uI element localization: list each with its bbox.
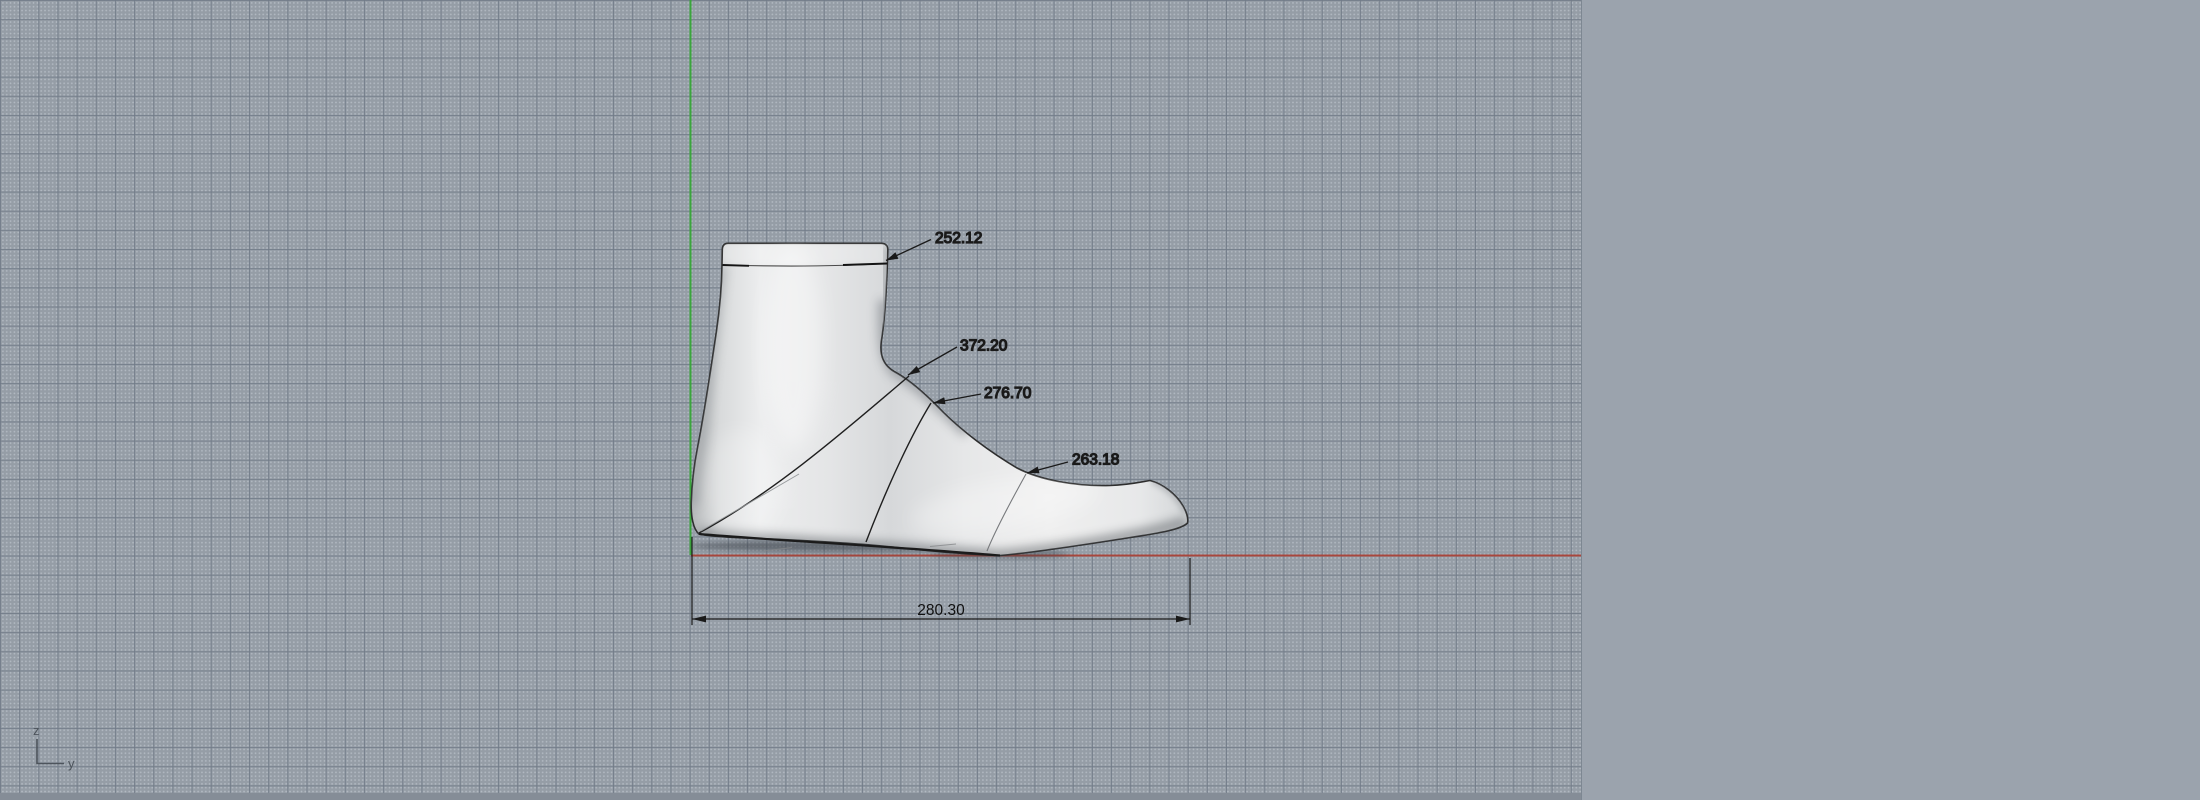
viewport-overlay: 252.12 372.20 276.70 263.18 280.30 z y xyxy=(33,0,1581,771)
shoe-last-model[interactable] xyxy=(690,240,1189,557)
dimension-arrow-right xyxy=(1176,615,1190,623)
cad-window: 252.12 372.20 276.70 263.18 280.30 z y xyxy=(0,0,2200,800)
leader-instep-value[interactable]: 372.20 xyxy=(959,337,1008,355)
dimension-arrow-left xyxy=(692,615,706,623)
dimension-length-value[interactable]: 280.30 xyxy=(917,602,965,619)
leader-cuff[interactable]: 252.12 xyxy=(885,229,983,262)
leader-instep[interactable]: 372.20 xyxy=(907,337,1008,376)
axis-indicator-lines xyxy=(36,739,64,765)
leader-cuff-value[interactable]: 252.12 xyxy=(934,229,983,247)
axis-indicator: z y xyxy=(33,723,75,771)
leader-ball[interactable]: 263.18 xyxy=(1026,451,1120,474)
cuff-seam-dark-left xyxy=(722,264,750,267)
axis-indicator-z-label: z xyxy=(33,723,40,738)
leader-waist-value[interactable]: 276.70 xyxy=(983,384,1032,402)
leader-waist[interactable]: 276.70 xyxy=(932,384,1032,405)
axis-indicator-y-label: y xyxy=(68,756,75,771)
leader-ball-value[interactable]: 263.18 xyxy=(1071,451,1120,469)
